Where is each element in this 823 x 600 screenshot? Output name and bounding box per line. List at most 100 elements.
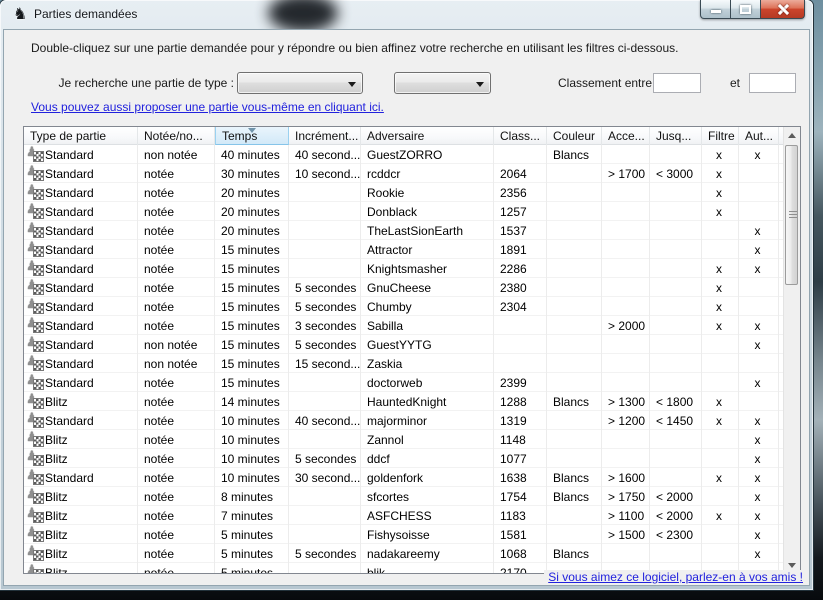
- cell: ♟Standard: [24, 411, 138, 430]
- cell: ♟Blitz: [24, 449, 138, 468]
- cell: x: [739, 316, 779, 335]
- column-header[interactable]: Couleur: [547, 127, 602, 145]
- maximize-button[interactable]: [731, 0, 760, 19]
- cell: x: [739, 411, 779, 430]
- rating-max-input[interactable]: [749, 73, 796, 93]
- table-row[interactable]: ♟Standardnotée15 minutes5 secondesGnuChe…: [24, 278, 783, 297]
- column-header-label: Jusq...: [656, 129, 691, 143]
- cell: notée: [138, 487, 215, 506]
- cell: 2064: [494, 164, 547, 183]
- game-type-text: Blitz: [45, 490, 68, 504]
- checkerboard-glyph: [34, 266, 43, 275]
- rating-min-input[interactable]: [653, 73, 701, 93]
- scrollbar-thumb[interactable]: [785, 145, 798, 285]
- checkerboard-glyph: [34, 152, 43, 161]
- cell: 15 minutes: [215, 373, 289, 392]
- table-row[interactable]: ♟Standardnotée20 minutesTheLastSionEarth…: [24, 221, 783, 240]
- cell: 15 minutes: [215, 335, 289, 354]
- cell: < 1450: [650, 411, 702, 430]
- cell: x: [739, 506, 779, 525]
- cell: 1183: [494, 506, 547, 525]
- table-row[interactable]: ♟Blitznotée5 minutesFishysoisse1581> 150…: [24, 525, 783, 544]
- column-header[interactable]: Notée/no...: [138, 127, 215, 145]
- app-window: ♞ Parties demandées Double-cliquez sur u…: [0, 0, 813, 590]
- cell: [494, 316, 547, 335]
- column-header[interactable]: Acce...: [602, 127, 650, 145]
- cell: non notée: [138, 335, 215, 354]
- column-header[interactable]: Adversaire: [361, 127, 494, 145]
- checkerboard-glyph: [34, 456, 43, 465]
- cell: [547, 411, 602, 430]
- checkerboard-glyph: [34, 190, 43, 199]
- table-row[interactable]: ♟Standardnon notée40 minutes40 second...…: [24, 145, 783, 164]
- table-row[interactable]: ♟Blitznotée8 minutessfcortes1754Blancs> …: [24, 487, 783, 506]
- vertical-scrollbar[interactable]: [783, 127, 800, 573]
- table-row[interactable]: ♟Standardnon notée15 minutes15 second...…: [24, 354, 783, 373]
- cell: non notée: [138, 354, 215, 373]
- cell: non notée: [138, 145, 215, 164]
- cell: [289, 392, 361, 411]
- cell: 1754: [494, 487, 547, 506]
- cell: HauntedKnight: [361, 392, 494, 411]
- table-row[interactable]: ♟Blitznotée10 minutes5 secondesddcf1077x: [24, 449, 783, 468]
- cell: [702, 544, 739, 563]
- game-type-text: Standard: [45, 300, 94, 314]
- scrollbar-up-button[interactable]: [784, 127, 801, 144]
- cell: ♟Standard: [24, 278, 138, 297]
- table-row[interactable]: ♟Standardnotée10 minutes30 second...gold…: [24, 468, 783, 487]
- column-header[interactable]: Aut...: [739, 127, 779, 145]
- cell: 5 minutes: [215, 525, 289, 544]
- table-row[interactable]: ♟Blitznotée10 minutesZannol1148x: [24, 430, 783, 449]
- game-subtype-combo[interactable]: [394, 72, 491, 94]
- game-type-text: Blitz: [45, 395, 68, 409]
- table-row[interactable]: ♟Standardnotée10 minutes40 second...majo…: [24, 411, 783, 430]
- table-row[interactable]: ♟Standardnon notée15 minutes5 secondesGu…: [24, 335, 783, 354]
- cell: notée: [138, 221, 215, 240]
- table-row[interactable]: ♟Blitznotée14 minutesHauntedKnight1288Bl…: [24, 392, 783, 411]
- cell: 30 minutes: [215, 164, 289, 183]
- cell: notée: [138, 544, 215, 563]
- table-row[interactable]: ♟Blitznotée5 minutes5 secondesnadakareem…: [24, 544, 783, 563]
- cell: [547, 259, 602, 278]
- cell: Sabilla: [361, 316, 494, 335]
- table-row[interactable]: ♟Standardnotée30 minutes10 second...rcdd…: [24, 164, 783, 183]
- table-row[interactable]: ♟Standardnotée20 minutesRookie2356x: [24, 183, 783, 202]
- table-row[interactable]: ♟Standardnotée15 minutesKnightsmasher228…: [24, 259, 783, 278]
- instruction-text: Double-cliquez sur une partie demandée p…: [31, 41, 678, 55]
- share-with-friends-link[interactable]: Si vous aimez ce logiciel, parlez-en à v…: [544, 570, 803, 584]
- column-header[interactable]: Type de partie: [24, 127, 138, 145]
- minimize-button[interactable]: [700, 0, 731, 19]
- table-row[interactable]: ♟Standardnotée20 minutesDonblack1257x: [24, 202, 783, 221]
- table-row[interactable]: ♟Standardnotée15 minutes5 secondesChumby…: [24, 297, 783, 316]
- column-header-label: Couleur: [553, 129, 595, 143]
- game-type-combo[interactable]: [237, 72, 363, 94]
- cell: ♟Standard: [24, 373, 138, 392]
- game-type-text: Standard: [45, 281, 94, 295]
- glass-transparency-smudge: [268, 0, 338, 32]
- column-header[interactable]: Filtre: [702, 127, 739, 145]
- column-header[interactable]: Class...: [494, 127, 547, 145]
- cell: ♟Standard: [24, 468, 138, 487]
- table-row[interactable]: ♟Standardnotée15 minutesdoctorweb2399x: [24, 373, 783, 392]
- propose-game-link[interactable]: Vous pouvez aussi proposer une partie vo…: [31, 100, 384, 114]
- cell: [602, 544, 650, 563]
- game-type-text: Blitz: [45, 509, 68, 523]
- checkerboard-glyph: [34, 228, 43, 237]
- column-header[interactable]: Jusq...: [650, 127, 702, 145]
- column-header[interactable]: Temps: [215, 127, 289, 145]
- cell: 1288: [494, 392, 547, 411]
- column-header[interactable]: Incrément...: [289, 127, 361, 145]
- titlebar[interactable]: ♞ Parties demandées: [0, 0, 813, 29]
- cell: [602, 297, 650, 316]
- cell: 5 secondes: [289, 335, 361, 354]
- cell: < 2300: [650, 525, 702, 544]
- chess-pawn-board-icon: ♟: [27, 280, 43, 295]
- table-row[interactable]: ♟Standardnotée15 minutes3 secondesSabill…: [24, 316, 783, 335]
- close-button[interactable]: [760, 0, 805, 19]
- cell: [547, 506, 602, 525]
- cell: 5 minutes: [215, 544, 289, 563]
- cell: < 1800: [650, 392, 702, 411]
- table-row[interactable]: ♟Blitznotée7 minutesASFCHESS1183> 1100< …: [24, 506, 783, 525]
- checkerboard-glyph: [34, 551, 43, 560]
- table-row[interactable]: ♟Standardnotée15 minutesAttractor1891x: [24, 240, 783, 259]
